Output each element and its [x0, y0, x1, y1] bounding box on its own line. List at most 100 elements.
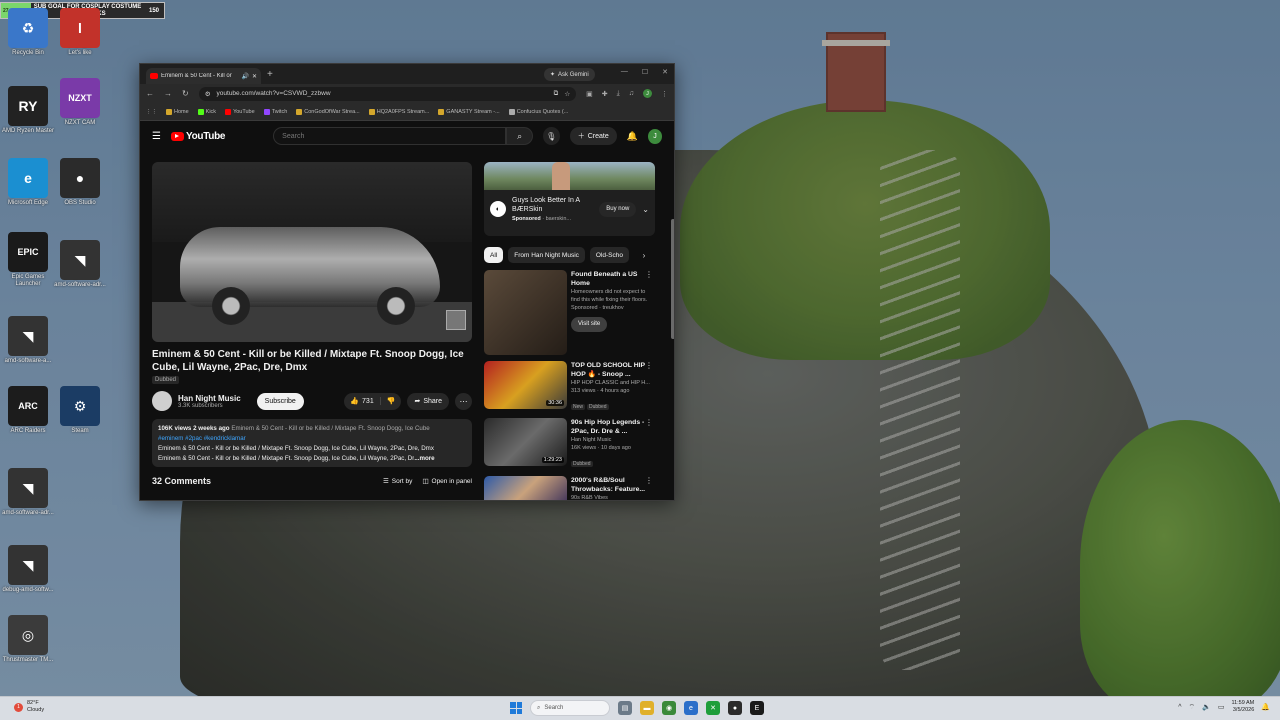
chevron-down-icon[interactable]: ⌄ [642, 205, 649, 214]
epic-games-icon[interactable]: E [750, 701, 764, 715]
desktop-icon[interactable]: EPIC Epic Games Launcher [0, 232, 56, 288]
bookmark-item[interactable]: ConGodOfWar Strea... [296, 108, 360, 115]
desktop-icon[interactable]: ARC ARC Raiders [0, 386, 56, 435]
network-icon[interactable]: ⌔ [1189, 703, 1196, 712]
subscribe-button[interactable]: Subscribe [256, 392, 304, 410]
xbox-icon[interactable]: ✕ [706, 701, 720, 715]
notification-icon[interactable]: 🔔 [1261, 703, 1270, 711]
minimize-icon[interactable]: — [621, 68, 628, 76]
video-thumbnail[interactable] [484, 270, 567, 355]
tray-overflow-icon[interactable]: ^ [1178, 704, 1181, 711]
desktop-icon[interactable]: ● OBS Studio [52, 158, 108, 207]
desktop-icon[interactable]: l Let's like [52, 8, 108, 57]
extension-icon[interactable]: ▣ [586, 90, 593, 98]
install-icon[interactable]: ⧉ [554, 90, 559, 98]
volume-icon[interactable]: 🔈 [1202, 703, 1211, 711]
back-icon[interactable]: ← [146, 89, 154, 98]
desktop-icon[interactable]: e Microsoft Edge [0, 158, 56, 207]
like-button[interactable]: 👍 731 [344, 397, 381, 405]
recommended-video-title[interactable]: Found Beneath a US Home [571, 270, 655, 288]
recommended-video[interactable]: Found Beneath a US Home ⋮ Homeowners did n… [484, 270, 655, 355]
browser-tab[interactable]: Eminem & 50 Cent - Kill or 🔊 ✕ [146, 68, 261, 84]
bookmark-item[interactable]: Kick [197, 108, 216, 115]
new-tab-button[interactable]: + [267, 69, 273, 80]
buy-now-button[interactable]: Buy now [599, 201, 637, 217]
filter-chip[interactable]: All [484, 247, 504, 263]
video-menu-kebab-icon[interactable]: ⋮ [645, 361, 653, 370]
desktop-icon[interactable]: ◥ amd-software-adr... [52, 240, 108, 289]
reload-icon[interactable]: ↻ [182, 89, 189, 98]
bookmark-item[interactable]: GANASTY Stream -... [438, 108, 500, 115]
search-button[interactable]: ⌕ [506, 127, 533, 145]
desktop-icon[interactable]: ◥ debug-amd-softw... [0, 545, 56, 594]
bookmark-item[interactable]: Confucius Quotes (... [508, 108, 568, 115]
bookmark-item[interactable]: YouTube [225, 108, 255, 115]
search-input[interactable]: Search [273, 127, 507, 145]
video-thumbnail[interactable]: 1:29:23 [484, 418, 567, 466]
clock[interactable]: 11:59 AM 3/5/2026 [1231, 700, 1254, 714]
maximize-icon[interactable]: ☐ [642, 68, 648, 76]
edge-icon[interactable]: e [684, 701, 698, 715]
page-scrollbar[interactable] [671, 219, 674, 339]
description-box[interactable]: 106K views 2 weeks ago Eminem & 50 Cent … [152, 419, 472, 467]
download-icon[interactable]: ⤓ [617, 90, 620, 98]
recommended-video-title[interactable]: 90s Hip Hop Legends - 2Pac, Dr. Dre & ..… [571, 418, 655, 436]
visit-site-button[interactable]: Visit site [571, 316, 608, 332]
video-menu-kebab-icon[interactable]: ⋮ [645, 270, 653, 279]
bookmark-star-icon[interactable]: ☆ [564, 90, 570, 98]
desktop-icon[interactable]: ◥ amd-software-a... [0, 316, 56, 365]
file-explorer-icon[interactable]: ▬ [640, 701, 654, 715]
chrome-icon[interactable]: ◉ [662, 701, 676, 715]
speaker-icon[interactable]: 🔊 [241, 73, 248, 80]
bookmark-item[interactable]: HQ2A0FPS Stream... [368, 108, 429, 115]
recommended-video[interactable]: 2000's R&B/Soul Throwbacks: Feature... ⋮ 9… [484, 476, 655, 500]
close-tab-icon[interactable]: ✕ [252, 73, 257, 80]
obs-icon[interactable]: ● [728, 701, 742, 715]
create-button[interactable]: ＋ Create [569, 127, 617, 145]
filter-chip[interactable]: Old-Scho [589, 247, 629, 263]
show-more-link[interactable]: ...more [414, 454, 434, 464]
video-menu-kebab-icon[interactable]: ⋮ [645, 418, 653, 427]
video-thumbnail[interactable] [484, 476, 567, 500]
url-input[interactable]: ⚙ youtube.com/watch?v=CSVWD_zzbww ⧉ ☆ [198, 86, 577, 101]
recommended-video-title[interactable]: 2000's R&B/Soul Throwbacks: Feature... [571, 476, 655, 494]
desktop-icon[interactable]: NZXT NZXT CAM [52, 78, 108, 127]
recommended-video-title[interactable]: TOP OLD SCHOOL HIP HOP 🔥 - Snoop ... [571, 361, 655, 379]
media-icon[interactable]: ♫ [629, 90, 634, 97]
notifications-bell-icon[interactable]: 🔔 [627, 131, 638, 142]
chevron-right-icon[interactable]: › [636, 247, 652, 263]
hamburger-menu-icon[interactable]: ☰ [152, 131, 161, 142]
taskbar-search[interactable]: ⌕ Search [530, 700, 610, 716]
voice-search-button[interactable]: 🎙 [542, 127, 560, 145]
open-in-panel-button[interactable]: ◫ Open in panel [422, 477, 472, 486]
bookmark-item[interactable]: Home [166, 108, 189, 115]
puzzle-icon[interactable]: ✚ [602, 90, 608, 98]
desktop-icon[interactable]: RY AMD Ryzen Master [0, 86, 56, 135]
desktop-icon[interactable]: ⚙ Steam [52, 386, 108, 435]
youtube-logo[interactable]: YouTube [170, 131, 225, 142]
widgets-icon[interactable]: ▤ [618, 701, 632, 715]
channel-name[interactable]: Han Night Music [178, 394, 241, 403]
recommended-video[interactable]: 30:36 TOP OLD SCHOOL HIP HOP 🔥 - Snoop ..… [484, 361, 655, 413]
apps-grid-icon[interactable]: ⋮⋮ [146, 109, 157, 115]
browser-window[interactable]: Eminem & 50 Cent - Kill or 🔊 ✕ + ✦ Ask G… [139, 63, 675, 501]
close-window-icon[interactable]: ✕ [662, 68, 668, 76]
windows-start-icon[interactable] [510, 702, 522, 714]
profile-avatar[interactable]: J [643, 89, 652, 98]
description-hashtags[interactable]: #eminem #2pac #kendricklamar [158, 434, 466, 444]
site-info-icon[interactable]: ⚙ [205, 90, 211, 98]
desktop-icon[interactable]: ♻ Recycle Bin [0, 8, 56, 57]
recommended-video[interactable]: 1:29:23 90s Hip Hop Legends - 2Pac, Dr. D… [484, 418, 655, 470]
ask-gemini-button[interactable]: ✦ Ask Gemini [544, 68, 595, 81]
more-actions-button[interactable]: ⋯ [455, 392, 472, 410]
sort-by-button[interactable]: ☰ Sort by [383, 477, 412, 486]
weather-widget[interactable]: 1 82°F Cloudy [14, 700, 44, 714]
bookmark-item[interactable]: Twitch [263, 108, 287, 115]
forward-icon[interactable]: → [164, 89, 172, 98]
dislike-button[interactable]: 👎 [381, 397, 402, 405]
account-avatar[interactable]: J [647, 128, 663, 144]
video-menu-kebab-icon[interactable]: ⋮ [645, 476, 653, 485]
desktop-icon[interactable]: ◥ amd-software-adr... [0, 468, 56, 517]
video-thumbnail[interactable]: 30:36 [484, 361, 567, 409]
sponsored-ad-card[interactable]: ◐ Guys Look Better In A BÆRSkin Sponsore… [484, 162, 655, 236]
